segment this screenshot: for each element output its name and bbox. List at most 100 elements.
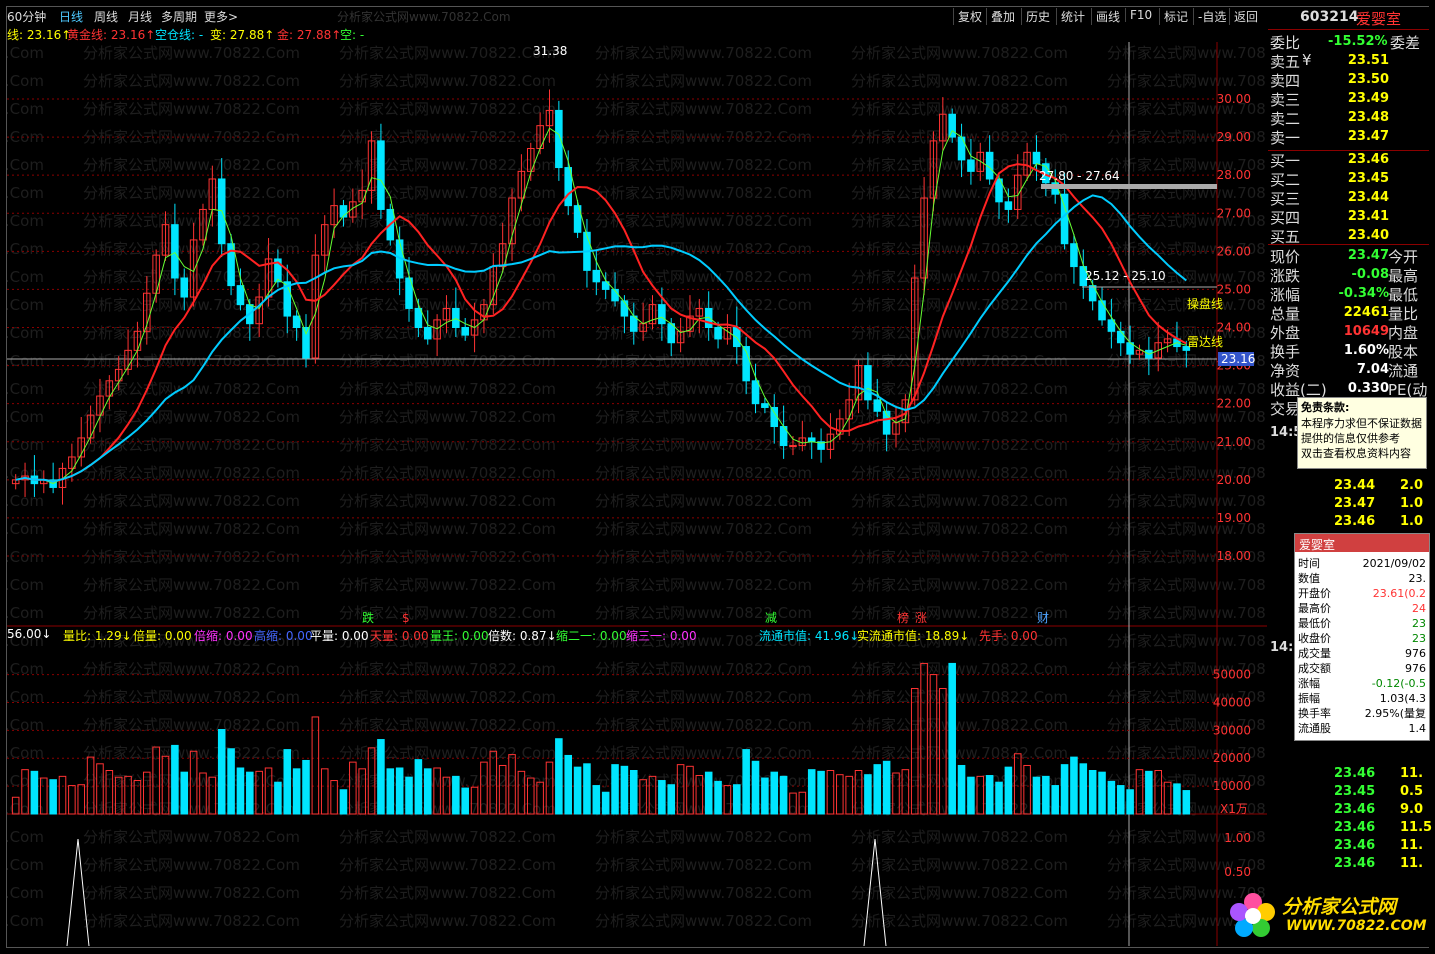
watermark-text: 分析家公式网www.70822.Com bbox=[7, 828, 44, 846]
watermark-text: 分析家公式网www.70822.Com bbox=[339, 100, 556, 118]
watermark-text: 分析家公式网www.70822.Com bbox=[851, 44, 1068, 62]
watermark-text: 分析家公式网www.70822.Com bbox=[595, 604, 812, 622]
watermark-text: 分析家公式网www.70822.Com bbox=[339, 744, 556, 762]
watermark-text: 分析家公式网www.70822.Com bbox=[851, 520, 1068, 538]
toolbar-button-5[interactable]: F10 bbox=[1125, 8, 1156, 22]
infobox-value: -0.12(-0.5 bbox=[1371, 677, 1426, 690]
tick-volume: 0.5 bbox=[1400, 784, 1424, 799]
watermark-text: 分析家公式网www.70822.Com bbox=[7, 100, 44, 118]
tick-volume: 9.0 bbox=[1400, 802, 1424, 817]
volume-bar bbox=[985, 775, 994, 815]
tick-price: 23.46 bbox=[1334, 766, 1376, 781]
volume-bar bbox=[873, 764, 882, 815]
volume-bar bbox=[1098, 771, 1106, 815]
toolbar-button-6[interactable]: 标记 bbox=[1159, 8, 1192, 25]
quote-label-3: 总量 bbox=[1270, 305, 1301, 323]
period-toolbar: 60分钟 日线 周线 月线 多周期 更多> 分析家公式网www.70822.Com 复权 叠加历… bbox=[7, 7, 1267, 25]
infobox-value: 2.95%(量复 bbox=[1364, 707, 1426, 720]
volume-bar bbox=[704, 771, 713, 815]
watermark-text: 分析家公式网www.70822.Com bbox=[851, 240, 1068, 258]
bid-price-0[interactable]: 23.46 bbox=[1348, 152, 1389, 167]
price-tick-label: 19.00 bbox=[1217, 511, 1251, 525]
watermark-text: 分析家公式网www.70822.Com bbox=[7, 884, 44, 902]
watermark-text: 分析家公式网www.70822.Com bbox=[339, 296, 556, 314]
infobox-row: 收盘价 23 bbox=[1298, 631, 1426, 646]
infobox-label: 成交额 bbox=[1298, 662, 1331, 675]
volume-legend-item-7: 量王: 0.00 bbox=[430, 629, 489, 643]
toolbar-button-4[interactable]: 画线 bbox=[1091, 8, 1124, 25]
bid-price-3[interactable]: 23.41 bbox=[1348, 209, 1389, 224]
volume-bar bbox=[770, 771, 779, 815]
toolbar-button-3[interactable]: 统计 bbox=[1056, 8, 1089, 25]
watermark-text: 分析家公式网www.70822.Com bbox=[7, 296, 44, 314]
candle-body bbox=[1098, 300, 1106, 321]
volume-bar bbox=[386, 768, 395, 815]
stock-name: 爱婴室 bbox=[1356, 10, 1402, 28]
candle-body bbox=[1070, 243, 1078, 268]
volume-legend-item-9: 缩二一: 0.00 bbox=[556, 629, 627, 643]
quote-value-4: 10649 bbox=[1343, 324, 1389, 339]
legend-item-5: 空: - bbox=[340, 28, 365, 42]
watermark-text: 分析家公式网www.70822.Com bbox=[595, 828, 812, 846]
bid-price-4[interactable]: 23.40 bbox=[1348, 228, 1389, 243]
watermark-text: 分析家公式网www.70822.Com bbox=[595, 688, 812, 706]
watermark-text: 分析家公式网www.70822.Com bbox=[1107, 408, 1267, 426]
toolbar-button-0[interactable]: 复权 bbox=[953, 8, 986, 25]
period-tab-3[interactable]: 月线 bbox=[128, 8, 152, 25]
watermark-text: 分析家公式网www.70822.Com bbox=[851, 744, 1068, 762]
bid-label-0: 买一 bbox=[1270, 152, 1301, 170]
toolbar-button-2[interactable]: 历史 bbox=[1021, 8, 1054, 25]
toolbar-button-7[interactable]: -自选 bbox=[1193, 8, 1230, 25]
period-tab-2[interactable]: 周线 bbox=[94, 8, 118, 25]
watermark-text: 分析家公式网www.70822.Com bbox=[83, 912, 300, 930]
bid-price-1[interactable]: 23.45 bbox=[1348, 171, 1389, 186]
period-tab-4[interactable]: 多周期 bbox=[161, 8, 197, 25]
period-tab-0[interactable]: 60分钟 bbox=[7, 8, 46, 25]
tick-price: 23.46 bbox=[1334, 802, 1376, 817]
event-mark-2: 减 bbox=[765, 611, 777, 625]
volume-bar bbox=[1088, 770, 1097, 815]
resistance-bar bbox=[1041, 184, 1217, 189]
volume-unit-label: X1万 bbox=[1220, 802, 1248, 816]
ask-label-2: 卖三 bbox=[1270, 91, 1301, 109]
watermark-text: 分析家公式网www.70822.Com bbox=[851, 296, 1068, 314]
ask-price-2[interactable]: 23.49 bbox=[1348, 91, 1389, 106]
candle-body bbox=[414, 307, 423, 329]
candlestick-chart[interactable]: 分析家公式网www.70822.Com 分析家公式网www.70822.Com 分析… bbox=[7, 42, 1267, 946]
volume-bar bbox=[920, 662, 928, 815]
period-tab-5[interactable]: 更多> bbox=[204, 8, 238, 25]
radar-label: 雷达线 bbox=[1187, 335, 1223, 349]
watermark-text: 分析家公式网www.70822.Com bbox=[339, 772, 556, 790]
volume-bar bbox=[283, 749, 292, 815]
quote-label-2: 涨幅 bbox=[1270, 286, 1301, 304]
watermark-text: 分析家公式网www.70822.Com bbox=[7, 856, 44, 874]
ask-price-4[interactable]: 23.47 bbox=[1348, 129, 1389, 144]
volume-bar bbox=[461, 787, 469, 815]
infobox-value: 1.4 bbox=[1408, 722, 1427, 735]
lower-tick-label: 1.00 bbox=[1224, 831, 1251, 845]
ask-price-0[interactable]: 23.51 bbox=[1348, 53, 1389, 68]
toolbar-button-1[interactable]: 叠加 bbox=[986, 8, 1019, 25]
volume-legend-item-11: 流通市值: 41.96↓ bbox=[759, 629, 860, 643]
watermark-text: 分析家公式网www.70822.Com bbox=[339, 72, 556, 90]
bid-price-2[interactable]: 23.44 bbox=[1348, 190, 1389, 205]
period-tab-1[interactable]: 日线 bbox=[59, 8, 83, 25]
watermark-text: 分析家公式网www.70822.Com bbox=[339, 548, 556, 566]
infobox-label: 开盘价 bbox=[1298, 587, 1331, 600]
quote-value-1: -0.08 bbox=[1351, 267, 1389, 282]
toolbar-button-8[interactable]: 返回 bbox=[1229, 8, 1262, 25]
quote-value-2: -0.34% bbox=[1338, 286, 1390, 301]
price-tick-label: 30.00 bbox=[1217, 92, 1251, 106]
price-tick-label: 28.00 bbox=[1217, 168, 1251, 182]
bar-info-box[interactable]: 爱婴室 时间 2021/09/02 数值 23. 开盘价 23.61(0.2 最高价 24 最低… bbox=[1294, 533, 1430, 741]
event-mark-5: 财 bbox=[1037, 611, 1049, 625]
watermark-text: 分析家公式网www.70822.Com bbox=[851, 856, 1068, 874]
candle-body bbox=[1032, 151, 1041, 165]
watermark-text: 分析家公式网www.70822.Com bbox=[851, 212, 1068, 230]
watermark-text: 分析家公式网www.70822.Com bbox=[7, 380, 44, 398]
ask-price-1[interactable]: 23.50 bbox=[1348, 72, 1389, 87]
quote-label-0: 现价 bbox=[1270, 248, 1301, 266]
infobox-label: 换手率 bbox=[1298, 707, 1331, 720]
disclaimer-tooltip[interactable]: 免责条款: 本程序力求但不保证数据 提供的信息仅供参考 双击查看权息资料内容 bbox=[1297, 397, 1427, 469]
ask-price-3[interactable]: 23.48 bbox=[1348, 110, 1389, 125]
